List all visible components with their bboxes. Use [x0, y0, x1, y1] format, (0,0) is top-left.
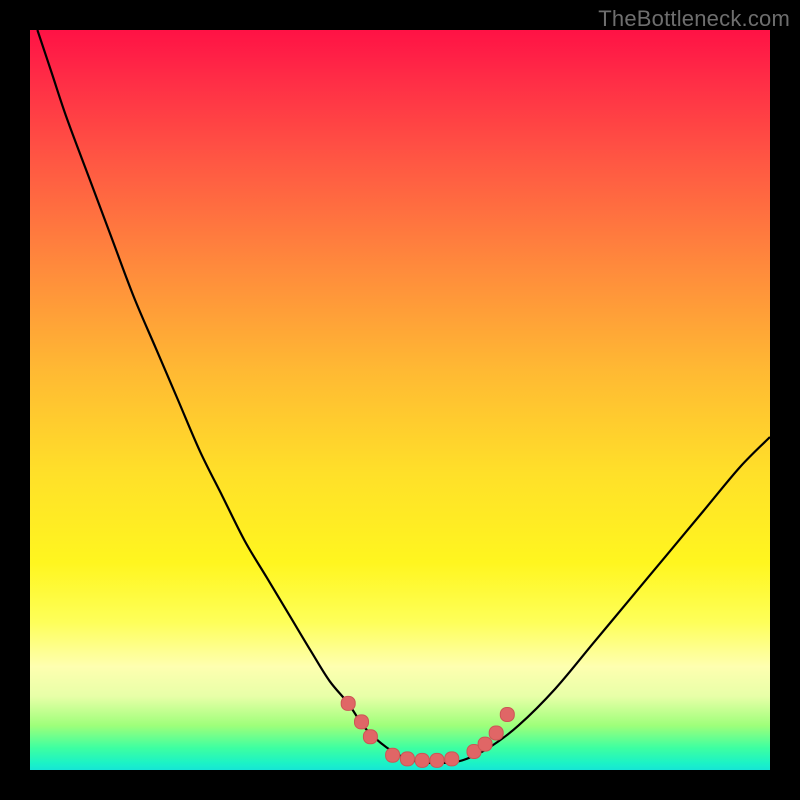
curve-marker: [489, 726, 503, 740]
curve-marker: [363, 730, 377, 744]
watermark-text: TheBottleneck.com: [598, 6, 790, 32]
curve-markers: [341, 696, 514, 767]
curve-marker: [430, 753, 444, 767]
bottleneck-curve: [37, 30, 770, 763]
chart-frame: TheBottleneck.com: [0, 0, 800, 800]
curve-marker: [400, 752, 414, 766]
bottleneck-curve-svg: [30, 30, 770, 770]
curve-marker: [500, 708, 514, 722]
curve-marker: [341, 696, 355, 710]
plot-area: [30, 30, 770, 770]
curve-marker: [445, 752, 459, 766]
curve-marker: [478, 737, 492, 751]
curve-marker: [386, 748, 400, 762]
curve-marker: [415, 753, 429, 767]
curve-marker: [355, 715, 369, 729]
